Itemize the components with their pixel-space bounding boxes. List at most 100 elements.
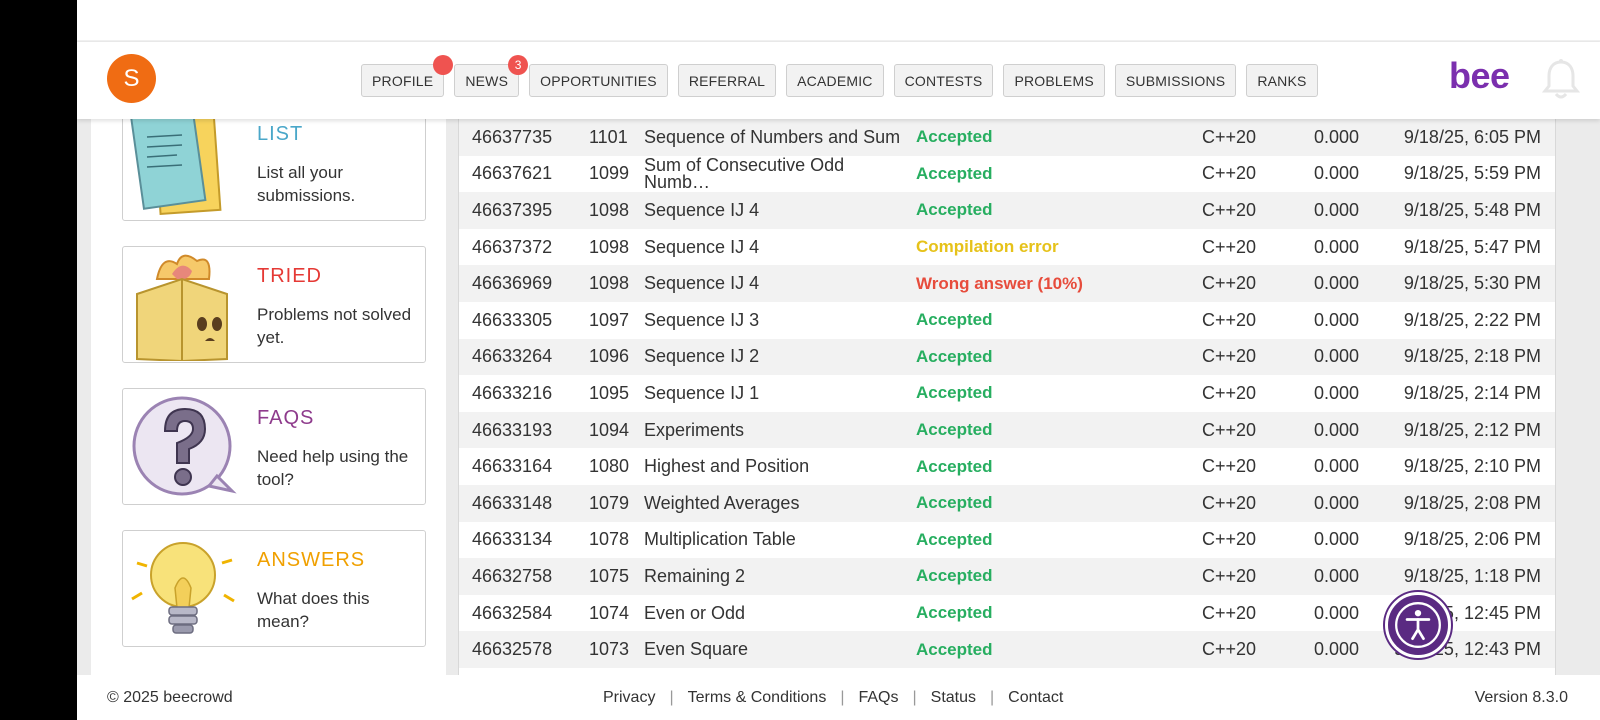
- submission-status[interactable]: Accepted: [916, 457, 993, 477]
- table-row[interactable]: 46633134 1078 Multiplication Table Accepted…: [459, 522, 1555, 559]
- problem-id[interactable]: 1098: [589, 200, 629, 221]
- table-row[interactable]: 46633264 1096 Sequence IJ 2 Accepted C++20 0.…: [459, 338, 1555, 376]
- sidebar-card-tried[interactable]: TRIED Problems not solved yet.: [122, 246, 426, 363]
- accessibility-icon[interactable]: [1385, 592, 1451, 658]
- nav-label: PROBLEMS: [1014, 72, 1094, 89]
- problem-name[interactable]: Sequence IJ 2: [644, 347, 909, 365]
- submission-status[interactable]: Accepted: [916, 164, 993, 184]
- problem-name[interactable]: Sequence IJ 3: [644, 311, 909, 329]
- notification-dot: [433, 55, 454, 75]
- problem-name[interactable]: Even or Odd: [644, 604, 909, 622]
- footer-link-status[interactable]: Status: [931, 689, 976, 707]
- submission-status[interactable]: Wrong answer (10%): [916, 274, 1083, 294]
- problem-name[interactable]: Sequence IJ 1: [644, 384, 909, 402]
- table-row[interactable]: 46637372 1098 Sequence IJ 4 Compilation err…: [459, 229, 1555, 266]
- submission-id[interactable]: 46637372: [472, 237, 552, 258]
- submission-id[interactable]: 46633148: [472, 493, 552, 514]
- submission-status[interactable]: Accepted: [916, 200, 993, 220]
- submission-id[interactable]: 46637621: [472, 163, 552, 184]
- table-row[interactable]: 46633193 1094 Experiments Accepted C++20 0.00…: [459, 411, 1555, 449]
- submission-status[interactable]: Accepted: [916, 640, 993, 660]
- footer-link-faqs[interactable]: FAQs: [858, 689, 898, 707]
- problem-id[interactable]: 1097: [589, 310, 629, 331]
- footer-link-privacy[interactable]: Privacy: [603, 689, 655, 707]
- table-row[interactable]: 46633216 1095 Sequence IJ 1 Accepted C++20 0.…: [459, 375, 1555, 412]
- table-row[interactable]: 46637395 1098 Sequence IJ 4 Accepted C++20 0.…: [459, 192, 1555, 229]
- submission-status[interactable]: Accepted: [916, 530, 993, 550]
- problem-id[interactable]: 1073: [589, 639, 629, 660]
- submission-status[interactable]: Accepted: [916, 310, 993, 330]
- sidebar-card-list[interactable]: LIST List all your submissions.: [122, 104, 426, 221]
- nav-referral[interactable]: REFERRAL: [677, 64, 777, 97]
- problem-id[interactable]: 1080: [589, 456, 629, 477]
- submission-status[interactable]: Accepted: [916, 603, 993, 623]
- submission-status[interactable]: Accepted: [916, 493, 993, 513]
- problem-id[interactable]: 1101: [589, 127, 628, 148]
- table-row[interactable]: 46633148 1079 Weighted Averages Accepted C++…: [459, 485, 1555, 522]
- language: C++20: [1202, 492, 1257, 513]
- problem-id[interactable]: 1078: [589, 529, 629, 550]
- problem-name[interactable]: Remaining 2: [644, 567, 909, 585]
- footer-link-contact[interactable]: Contact: [1008, 689, 1063, 707]
- problem-name[interactable]: Sequence of Numbers and Sum: [644, 128, 909, 146]
- nav-opportunities[interactable]: OPPORTUNITIES: [529, 64, 668, 97]
- problem-name[interactable]: Sequence IJ 4: [644, 201, 909, 219]
- submission-status[interactable]: Accepted: [916, 420, 993, 440]
- brand-logo[interactable]: bee: [1449, 55, 1510, 97]
- table-row[interactable]: 46636969 1098 Sequence IJ 4 Wrong answer (1…: [459, 265, 1555, 302]
- problem-name[interactable]: Sum of Consecutive Odd Numb…: [644, 156, 909, 191]
- submission-id[interactable]: 46632758: [472, 566, 552, 587]
- problem-id[interactable]: 1074: [589, 603, 629, 624]
- submission-id[interactable]: 46633134: [472, 529, 552, 550]
- submission-id[interactable]: 46632578: [472, 639, 552, 660]
- submission-id[interactable]: 46633193: [472, 420, 552, 441]
- submission-id[interactable]: 46637735: [472, 127, 552, 148]
- footer-link-terms-conditions[interactable]: Terms & Conditions: [688, 689, 827, 707]
- submission-status[interactable]: Accepted: [916, 347, 993, 367]
- table-row[interactable]: 46633305 1097 Sequence IJ 3 Accepted C++20 0.…: [459, 302, 1555, 339]
- nav-submissions[interactable]: SUBMISSIONS: [1114, 64, 1237, 97]
- table-row[interactable]: 46632758 1075 Remaining 2 Accepted C++20 0.00…: [459, 558, 1555, 595]
- submission-status[interactable]: Compilation error: [916, 237, 1059, 257]
- problem-id[interactable]: 1098: [589, 237, 629, 258]
- nav-ranks[interactable]: RANKS: [1246, 64, 1318, 97]
- nav-profile[interactable]: PROFILE: [361, 55, 454, 97]
- nav-news[interactable]: NEWS 3: [454, 55, 529, 97]
- submission-status[interactable]: Accepted: [916, 566, 993, 586]
- lightbulb-icon: [131, 542, 235, 634]
- problem-name[interactable]: Sequence IJ 4: [644, 274, 909, 292]
- problem-id[interactable]: 1094: [589, 420, 629, 441]
- nav-problems[interactable]: PROBLEMS: [1003, 64, 1105, 97]
- problem-id[interactable]: 1079: [589, 493, 629, 514]
- problem-name[interactable]: Highest and Position: [644, 457, 909, 475]
- submission-id[interactable]: 46633164: [472, 456, 552, 477]
- problem-name[interactable]: Even Square: [644, 640, 909, 658]
- table-row[interactable]: 46633164 1080 Highest and Position Accepted…: [459, 448, 1555, 485]
- problem-id[interactable]: 1095: [589, 383, 629, 404]
- problem-id[interactable]: 1075: [589, 566, 629, 587]
- submission-id[interactable]: 46633305: [472, 310, 552, 331]
- nav-academic[interactable]: ACADEMIC: [786, 64, 884, 97]
- submission-id[interactable]: 46633264: [472, 346, 552, 367]
- nav-contests[interactable]: CONTESTS: [893, 64, 994, 97]
- submission-id[interactable]: 46633216: [472, 383, 552, 404]
- problem-id[interactable]: 1096: [589, 346, 629, 367]
- table-row[interactable]: 46637621 1099 Sum of Consecutive Odd Numb……: [459, 156, 1555, 193]
- table-row[interactable]: 46637735 1101 Sequence of Numbers and Sum A…: [459, 119, 1555, 156]
- problem-id[interactable]: 1098: [589, 273, 629, 294]
- problem-name[interactable]: Experiments: [644, 421, 909, 439]
- submission-id[interactable]: 46632584: [472, 603, 552, 624]
- problem-id[interactable]: 1099: [589, 163, 629, 184]
- problem-name[interactable]: Weighted Averages: [644, 494, 909, 512]
- problem-name[interactable]: Multiplication Table: [644, 530, 909, 548]
- user-avatar[interactable]: S: [107, 54, 156, 103]
- submission-id[interactable]: 46637395: [472, 200, 552, 221]
- language: C++20: [1202, 163, 1257, 184]
- submission-status[interactable]: Accepted: [916, 383, 993, 403]
- submission-status[interactable]: Accepted: [916, 127, 993, 147]
- sidebar-card-answers[interactable]: ANSWERS What does this mean?: [122, 530, 426, 647]
- problem-name[interactable]: Sequence IJ 4: [644, 238, 909, 256]
- submission-id[interactable]: 46636969: [472, 273, 552, 294]
- bell-icon[interactable]: [1541, 58, 1581, 102]
- sidebar-card-faqs[interactable]: FAQS Need help using the tool?: [122, 388, 426, 505]
